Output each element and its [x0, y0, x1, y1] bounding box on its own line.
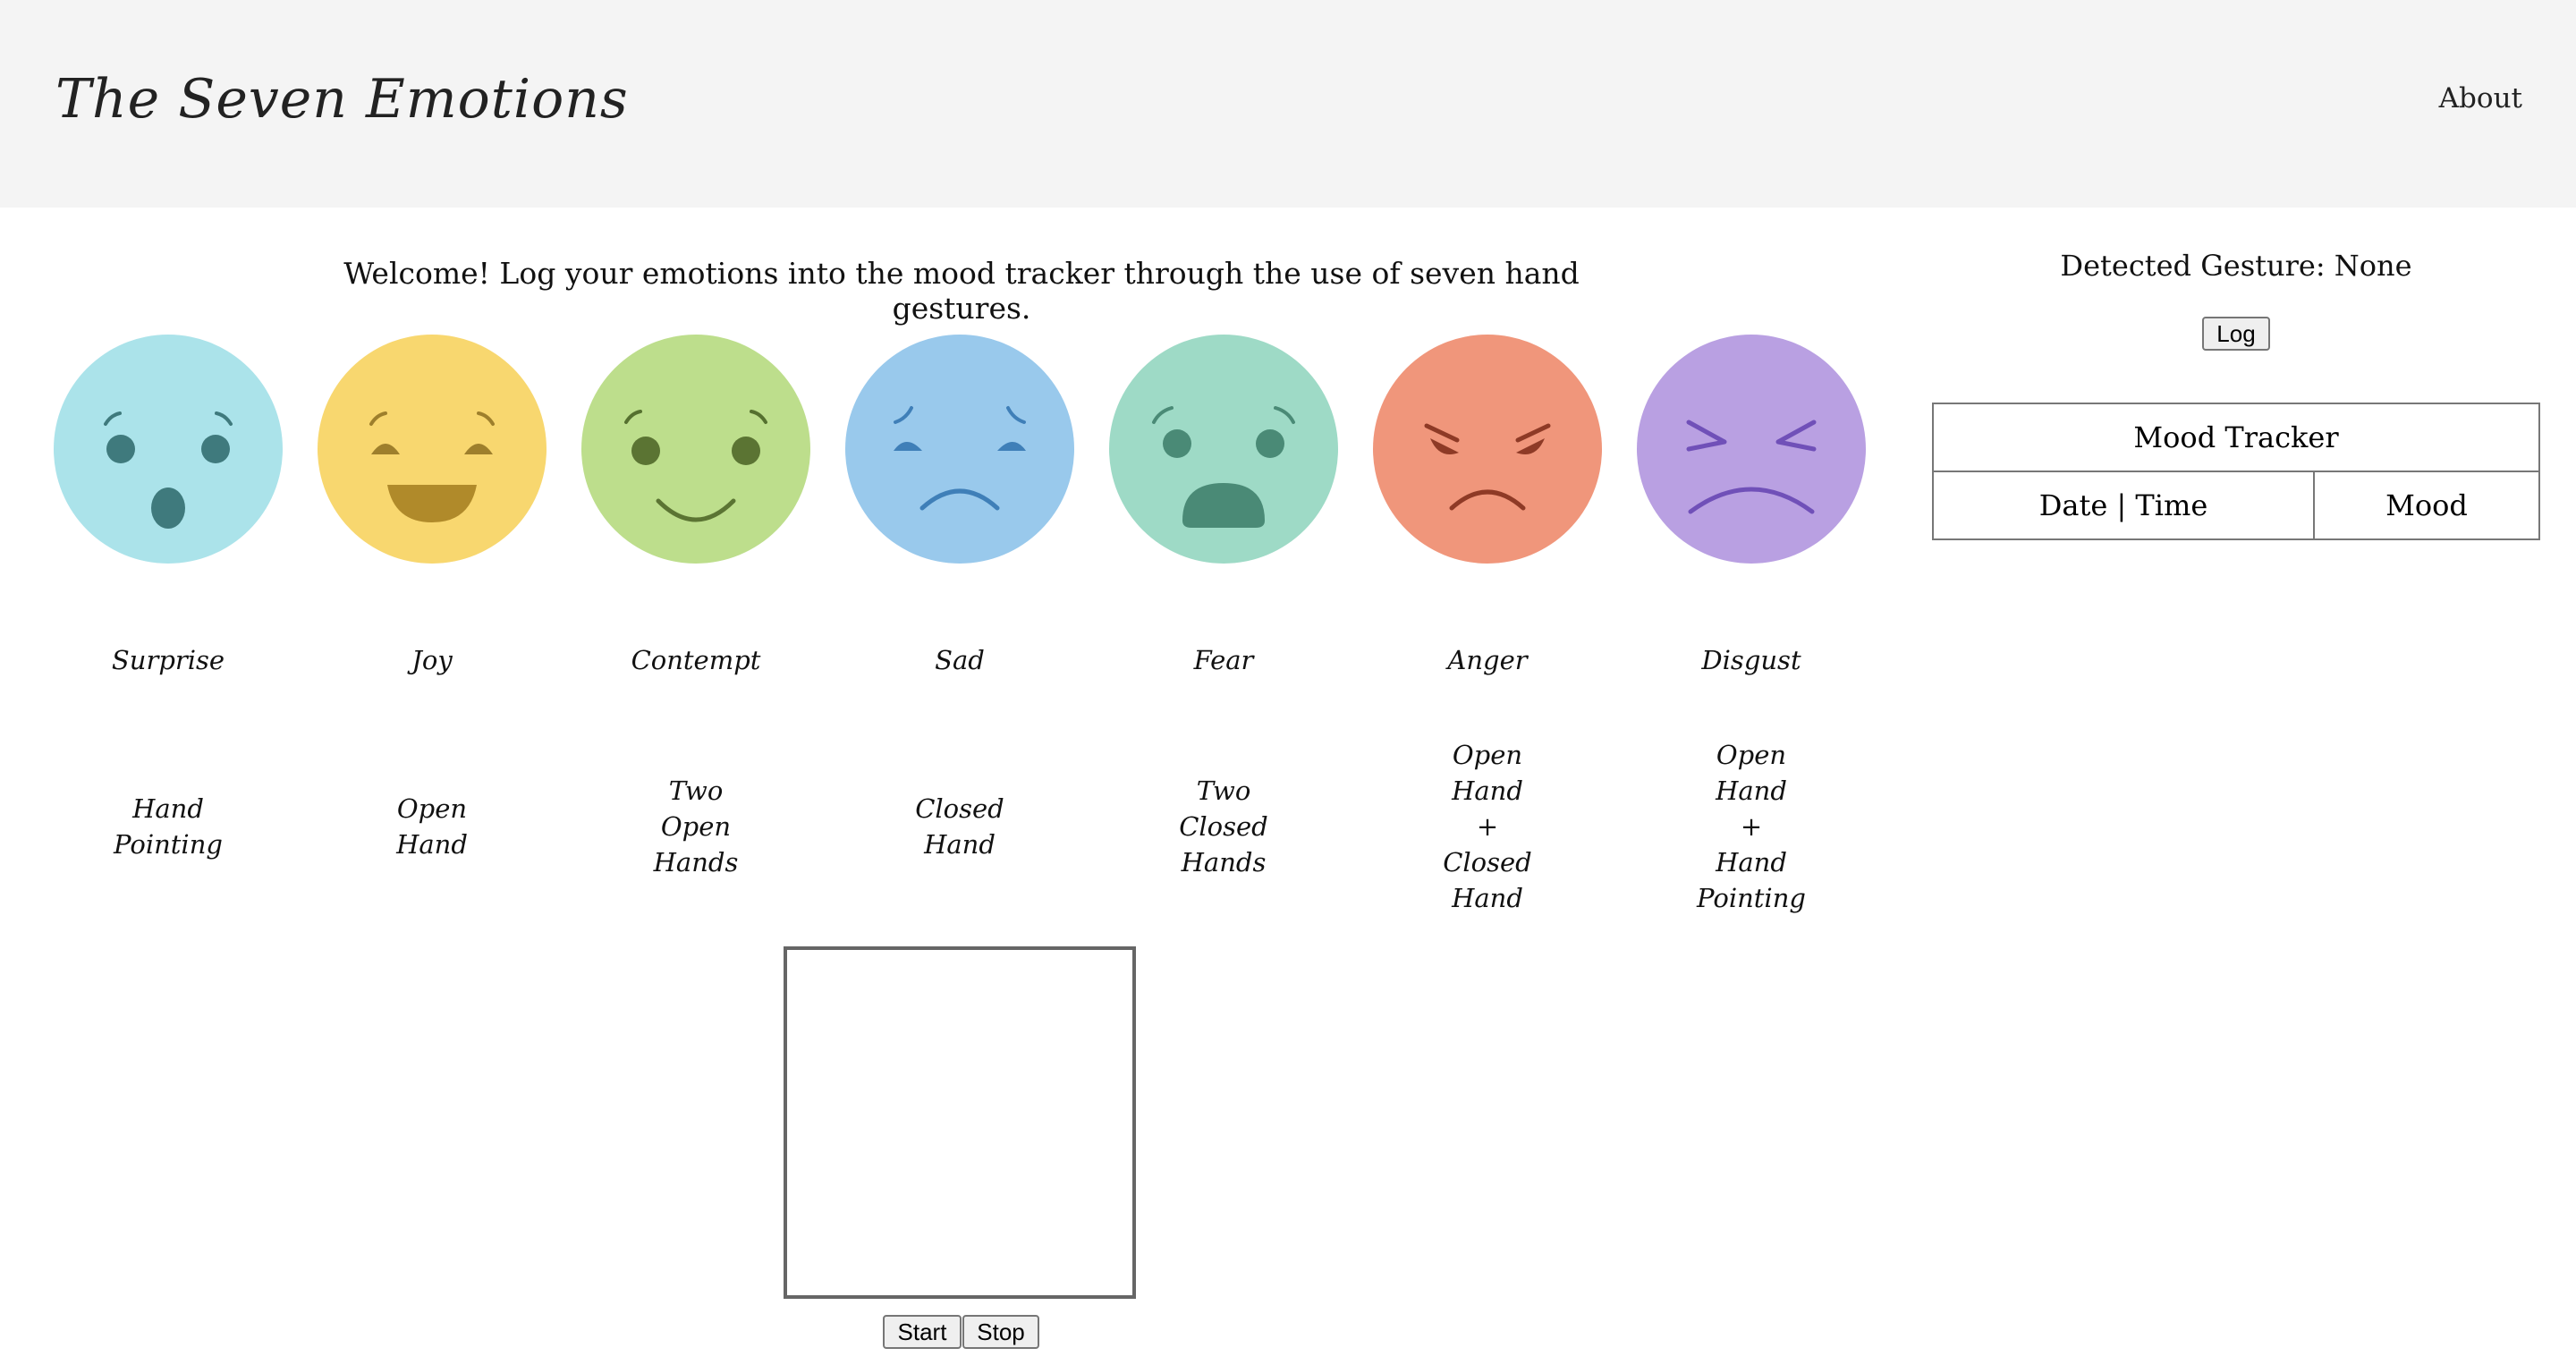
gesture-line: +	[1740, 811, 1763, 842]
emotion-name-anger: Anger	[1447, 645, 1528, 675]
gesture-line: Two	[1196, 776, 1251, 806]
welcome-text: Welcome! Log your emotions into the mood…	[343, 256, 1580, 326]
gesture-line: Pointing	[1697, 883, 1806, 913]
gesture-line: Hands	[653, 847, 739, 878]
joy-face-icon	[316, 333, 548, 565]
gesture-line: Open	[1716, 740, 1787, 770]
gesture-line: Hands	[1181, 847, 1267, 878]
sad-face-icon	[843, 333, 1076, 565]
contempt-face-icon	[580, 333, 812, 565]
gesture-panel: Detected Gesture: None	[1932, 242, 2540, 283]
emotion-name-contempt: Contempt	[631, 645, 761, 675]
gesture-line: Hand	[1716, 776, 1787, 806]
site-title[interactable]: The Seven Emotions	[55, 68, 629, 131]
face-background	[54, 335, 283, 564]
gesture-line: Hand	[132, 793, 204, 824]
gesture-line: Closed	[915, 793, 1004, 824]
gesture-disgust: Open Hand + Hand Pointing	[1635, 737, 1868, 916]
emotion-name-joy: Joy	[411, 645, 453, 675]
log-button[interactable]: Log	[2202, 317, 2270, 351]
gesture-line: Hand	[396, 829, 468, 860]
gesture-line: +	[1476, 811, 1499, 842]
gesture-line: Hand	[1452, 883, 1523, 913]
stop-button[interactable]: Stop	[962, 1315, 1039, 1349]
disgust-face-icon	[1635, 333, 1868, 565]
gesture-line: Two	[668, 776, 724, 806]
gesture-line: Open	[1452, 740, 1523, 770]
gesture-line: Open	[660, 811, 732, 842]
gesture-joy: Open Hand	[316, 773, 548, 880]
mood-tracker-title: Mood Tracker	[1932, 403, 2540, 472]
mood-tracker-table: Mood Tracker Date | Time Mood	[1932, 403, 2540, 540]
gesture-fear: Two Closed Hands	[1107, 773, 1340, 880]
column-header-mood: Mood	[2313, 471, 2540, 540]
gesture-anger: Open Hand + Closed Hand	[1371, 737, 1604, 916]
anger-face-icon	[1371, 333, 1604, 565]
gesture-contempt: Two Open Hands	[580, 773, 812, 880]
fear-face-icon	[1107, 333, 1340, 565]
gesture-surprise: Hand Pointing	[52, 773, 284, 880]
gesture-line: Hand	[924, 829, 996, 860]
detected-gesture-label: Detected Gesture: None	[2060, 249, 2412, 283]
start-button[interactable]: Start	[883, 1315, 962, 1349]
emotion-name-disgust: Disgust	[1701, 645, 1801, 675]
emotion-name-fear: Fear	[1193, 645, 1254, 675]
header-bar: The Seven Emotions About	[0, 0, 2576, 208]
gesture-line: Pointing	[114, 829, 223, 860]
gesture-line: Hand	[1716, 847, 1787, 878]
gesture-sad: Closed Hand	[843, 773, 1076, 880]
gesture-line: Closed	[1179, 811, 1268, 842]
gesture-line: Hand	[1452, 776, 1523, 806]
surprise-face-icon	[52, 333, 284, 565]
emotion-name-sad: Sad	[935, 645, 985, 675]
gesture-line: Open	[396, 793, 468, 824]
emotion-name-surprise: Surprise	[111, 645, 225, 675]
nav-about-link[interactable]: About	[2439, 82, 2522, 114]
gesture-line: Closed	[1443, 847, 1532, 878]
column-header-datetime: Date | Time	[1932, 471, 2315, 540]
camera-feed	[784, 946, 1136, 1299]
